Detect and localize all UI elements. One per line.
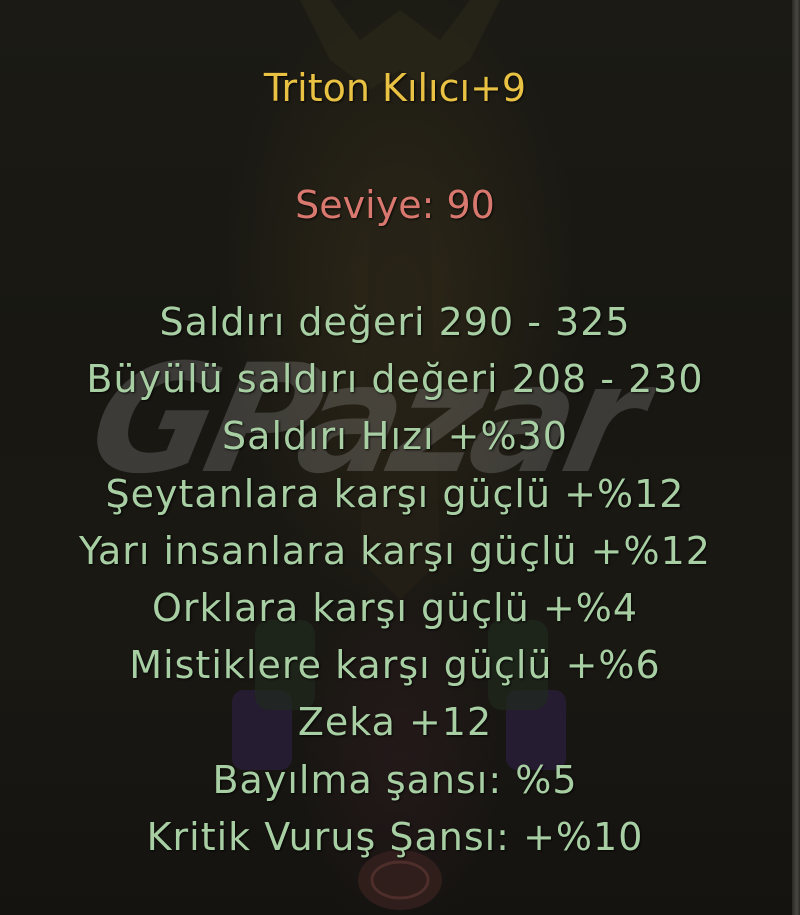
stat-line: Mistiklere karşı güçlü +%6 — [129, 643, 661, 687]
stat-line: Şeytanlara karşı güçlü +%12 — [105, 472, 685, 516]
stat-line: Büyülü saldırı değeri 208 - 230 — [86, 357, 704, 401]
stat-line: Kritik Vuruş Şansı: +%10 — [146, 815, 644, 859]
stat-line: Bayılma şansı: %5 — [212, 758, 578, 802]
item-tooltip: GPazar Triton Kılıcı+9 Seviye: 90 Saldır… — [0, 0, 800, 915]
stat-line: Orklara karşı güçlü +%4 — [152, 586, 638, 630]
stat-line: Zeka +12 — [297, 700, 493, 744]
item-level: Seviye: 90 — [295, 183, 495, 227]
stat-line: Saldırı Hızı +%30 — [222, 414, 568, 458]
stat-line: Saldırı değeri 290 - 325 — [159, 300, 631, 344]
tooltip-border — [792, 0, 800, 915]
item-name: Triton Kılıcı+9 — [263, 66, 527, 110]
stat-line: Yarı insanlara karşı güçlü +%12 — [79, 529, 711, 573]
